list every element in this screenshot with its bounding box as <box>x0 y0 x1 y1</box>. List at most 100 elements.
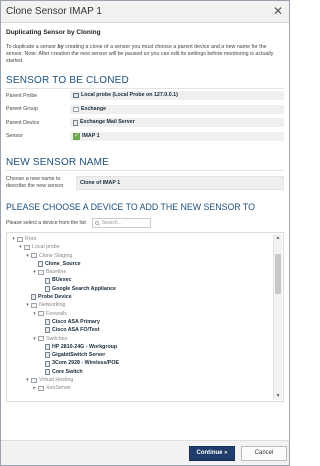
device-icon <box>45 360 50 367</box>
tree-node-label: BUexec <box>52 277 72 284</box>
tree-node-label: HP 2810-24G - Workgroup <box>52 343 118 350</box>
tree-device-node[interactable]: HP 2810-24G - Workgroup <box>10 343 271 351</box>
dialog-title: Clone Sensor IMAP 1 <box>6 6 102 17</box>
tree-node-label: Virtual Hosting <box>39 377 74 384</box>
scroll-thumb[interactable] <box>275 254 281 294</box>
expand-toggle-icon[interactable]: ▾ <box>31 335 38 343</box>
continue-button[interactable]: Continue » <box>189 446 235 461</box>
tree-device-node[interactable]: Cisco ASA Primary <box>10 318 271 326</box>
expand-toggle-icon[interactable]: ▾ <box>10 235 17 243</box>
device-picker-heading: PLEASE CHOOSE A DEVICE TO ADD THE NEW SE… <box>6 202 255 212</box>
intro-text: To duplicate a sensor by creating a clon… <box>6 44 284 65</box>
tree-node-label: Local probe <box>32 244 60 251</box>
folder-icon <box>38 385 44 391</box>
sensor-info-row: Parent Probe Local probe (Local Probe on … <box>6 89 284 103</box>
folder-icon <box>38 311 44 317</box>
device-icon <box>45 344 50 350</box>
folder-icon <box>38 269 44 275</box>
device-icon <box>73 119 78 126</box>
scroll-up-icon[interactable]: ▲ <box>274 234 282 242</box>
tree-node-label: Firewalls <box>46 310 67 317</box>
tree-group-node[interactable]: ▾ Virtual Hosting <box>10 376 271 384</box>
sensor-info-value-text: Exchange <box>81 105 107 112</box>
new-sensor-name-input[interactable]: Clone of IMAP 1 <box>76 176 284 190</box>
close-icon[interactable]: ✕ <box>273 4 283 18</box>
device-icon <box>45 352 50 359</box>
cancel-button[interactable]: Cancel <box>241 446 287 461</box>
sensor-info-label: Parent Probe <box>6 92 38 99</box>
tree-node-label: Probe Device <box>38 294 72 301</box>
sensor-info-value-text: Local probe (Local Probe on 127.0.0.1) <box>81 92 178 99</box>
expand-toggle-icon[interactable]: ▾ <box>24 301 31 309</box>
device-picker-toolbar: Please select a device from the list Sea… <box>6 218 284 228</box>
expand-toggle-icon[interactable]: ▸ <box>31 384 38 392</box>
device-icon <box>45 319 50 326</box>
tree-group-node[interactable]: ▾ Switches <box>10 335 271 343</box>
device-search-input[interactable]: Search... <box>91 218 151 228</box>
sensor-info-value: ✓ IMAP 1 <box>70 131 284 141</box>
sensor-info-value: Exchange Mail Server <box>70 118 284 128</box>
tree-device-node[interactable]: 3Com 2928 - Wireless/POE <box>10 359 271 367</box>
expand-toggle-icon[interactable]: ▾ <box>24 376 31 384</box>
sensor-to-clone-heading: SENSOR TO BE CLONED <box>6 75 284 89</box>
dialog-titlebar: Clone Sensor IMAP 1 <box>1 1 289 23</box>
expand-toggle-icon[interactable]: ▾ <box>17 243 24 251</box>
expand-toggle-icon[interactable]: ▾ <box>31 310 38 318</box>
tree-device-node[interactable]: Cisco ASA FO/Test <box>10 326 271 334</box>
folder-icon <box>73 106 79 112</box>
folder-icon <box>31 303 37 309</box>
tree-node-label: XenServer <box>46 385 72 392</box>
sensor-info-row: Parent Device Exchange Mail Server <box>6 116 284 130</box>
expand-toggle-icon[interactable]: ▾ <box>24 252 31 260</box>
device-icon <box>45 285 50 292</box>
subtitle: Duplicating Sensor by Cloning <box>6 29 101 36</box>
device-picker-instruction: Please select a device from the list <box>6 220 86 226</box>
sensor-info-label: Parent Group <box>6 106 38 113</box>
tree-node-label: Core Switch <box>52 368 83 375</box>
tree-group-node[interactable]: ▾ Local probe <box>10 243 271 251</box>
tree-node-label: GigabitSwitch Server <box>52 352 106 359</box>
tree-node-label: Google Search Appliance <box>52 285 116 292</box>
folder-icon <box>24 244 30 250</box>
sensor-info-rows: Parent Probe Local probe (Local Probe on … <box>6 89 284 143</box>
tree-group-node[interactable]: ▾ Clone Staging <box>10 252 271 260</box>
tree-device-node[interactable]: Google Search Appliance <box>10 285 271 293</box>
device-icon <box>31 294 36 301</box>
folder-icon <box>17 236 23 242</box>
folder-icon <box>31 253 37 259</box>
device-tree[interactable]: ▾ Root ▾ Local probe ▾ Clone Staging Clone_Sou… <box>6 232 284 402</box>
tree-node-label: 3Com 2928 - Wireless/POE <box>52 360 120 367</box>
check-icon: ✓ <box>73 132 80 140</box>
tree-node-label: Baseline <box>46 269 67 276</box>
expand-toggle-icon[interactable]: ▾ <box>31 268 38 276</box>
tree-device-node[interactable]: GigabitSwitch Server <box>10 351 271 359</box>
tree-device-node[interactable]: Clone_Source <box>10 260 271 268</box>
tree-device-node[interactable]: BUexec <box>10 276 271 284</box>
device-search-placeholder: Search... <box>101 220 122 226</box>
dialog-content: Duplicating Sensor by Cloning To duplica… <box>1 23 289 441</box>
intro-prefix: To duplicate a sensor <box>6 44 58 50</box>
new-sensor-name-row: Choose a new name to describe the new se… <box>6 176 284 190</box>
probe-icon <box>73 93 79 99</box>
tree-group-node[interactable]: ▾ Baseline <box>10 268 271 276</box>
tree-group-node[interactable]: ▾ Firewalls <box>10 310 271 318</box>
clone-sensor-dialog: Clone Sensor IMAP 1 ✕ Duplicating Sensor… <box>0 0 290 466</box>
tree-device-node[interactable]: Probe Device <box>10 293 271 301</box>
tree-group-node[interactable]: ▾ Root <box>10 235 271 243</box>
scroll-down-icon[interactable]: ▼ <box>274 392 282 400</box>
sensor-info-value-text: IMAP 1 <box>82 132 100 139</box>
device-icon <box>45 327 50 334</box>
new-sensor-name-label: Choose a new name to describe the new se… <box>6 176 64 189</box>
device-icon <box>38 261 43 268</box>
tree-node-label: Root <box>25 236 37 242</box>
tree-node-label: Cisco ASA FO/Test <box>52 327 100 334</box>
tree-group-node[interactable]: ▸ XenServer <box>10 384 271 392</box>
tree-scrollbar[interactable]: ▲ ▼ <box>273 234 282 400</box>
tree-device-node[interactable]: Core Switch <box>10 368 271 376</box>
dialog-footer: Continue » Cancel <box>1 440 289 465</box>
tree-node-label: Cisco ASA Primary <box>52 318 100 325</box>
tree-group-node[interactable]: ▾ Networking <box>10 301 271 309</box>
search-icon <box>95 220 100 226</box>
tree-node-label: Clone_Source <box>45 260 81 267</box>
folder-icon <box>31 377 37 383</box>
